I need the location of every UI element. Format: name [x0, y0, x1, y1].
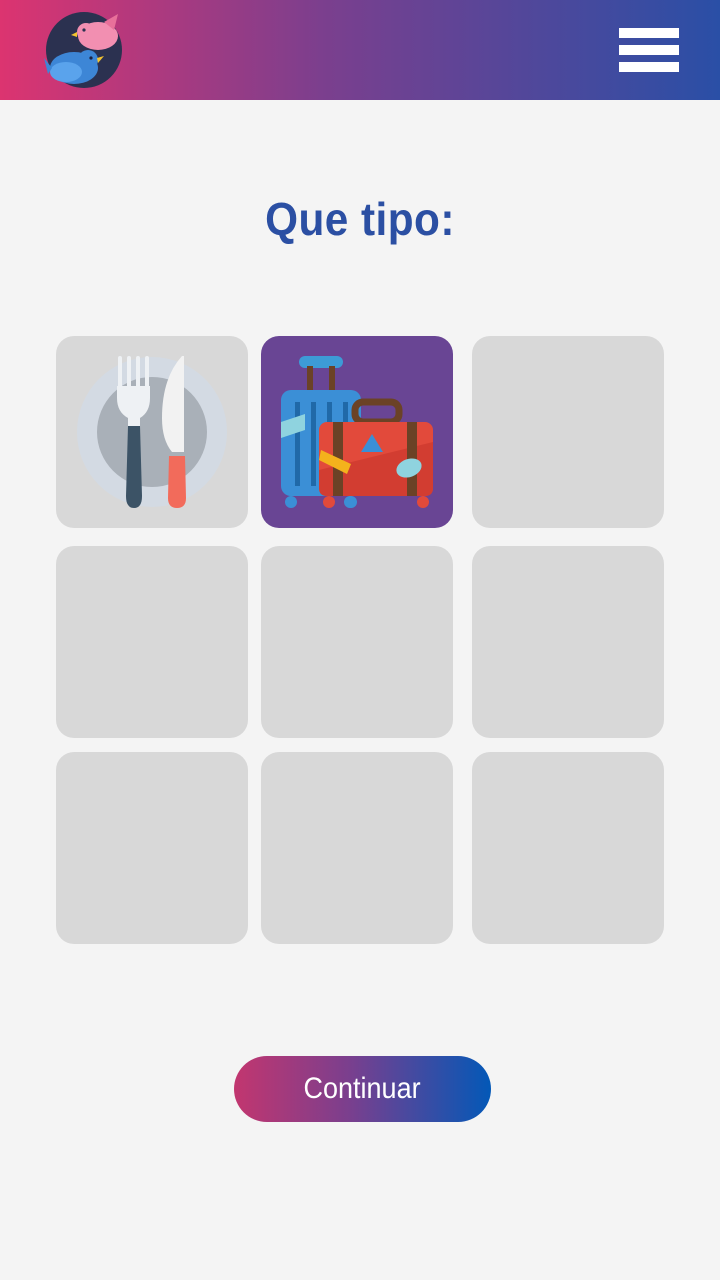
menu-bar — [619, 62, 679, 72]
luggage-suitcases-icon — [281, 356, 433, 508]
continue-button-label: Continuar — [303, 1072, 422, 1105]
menu-bar — [619, 45, 679, 55]
tile-empty[interactable] — [472, 336, 664, 528]
hamburger-menu-icon[interactable] — [612, 22, 684, 78]
tile-restaurant[interactable] — [56, 336, 248, 528]
tile-empty[interactable] — [472, 752, 664, 944]
tile-empty[interactable] — [261, 546, 453, 738]
tile-travel[interactable] — [261, 336, 453, 528]
tile-empty[interactable] — [56, 752, 248, 944]
menu-bar — [619, 28, 679, 38]
tile-empty[interactable] — [261, 752, 453, 944]
tile-empty[interactable] — [472, 546, 664, 738]
continue-button[interactable]: Continuar — [234, 1056, 491, 1122]
tile-empty[interactable] — [56, 546, 248, 738]
plate-fork-knife-icon — [77, 356, 227, 508]
app-header — [0, 0, 720, 100]
birds-logo-icon[interactable] — [44, 10, 124, 90]
page-title: Que tipo: — [265, 193, 455, 245]
